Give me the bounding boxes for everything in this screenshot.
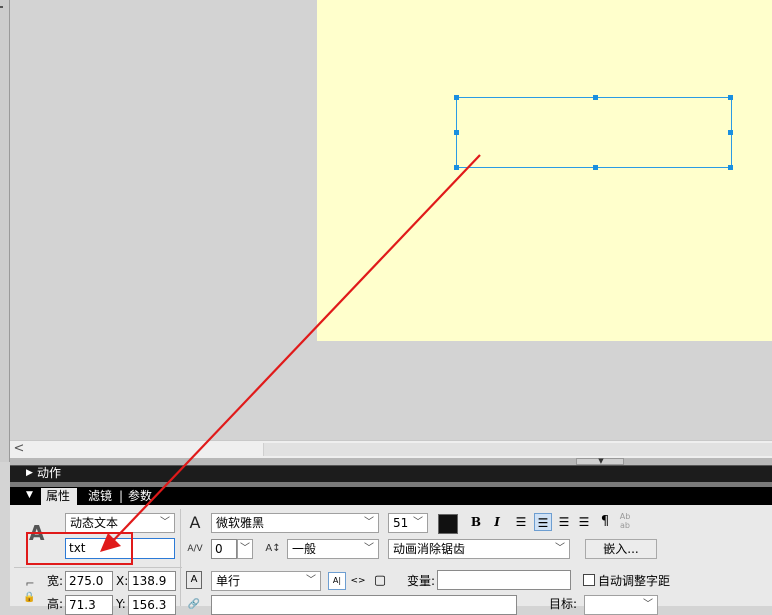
annotation-arrow xyxy=(100,154,481,552)
annotation-arrow-line xyxy=(109,154,481,545)
